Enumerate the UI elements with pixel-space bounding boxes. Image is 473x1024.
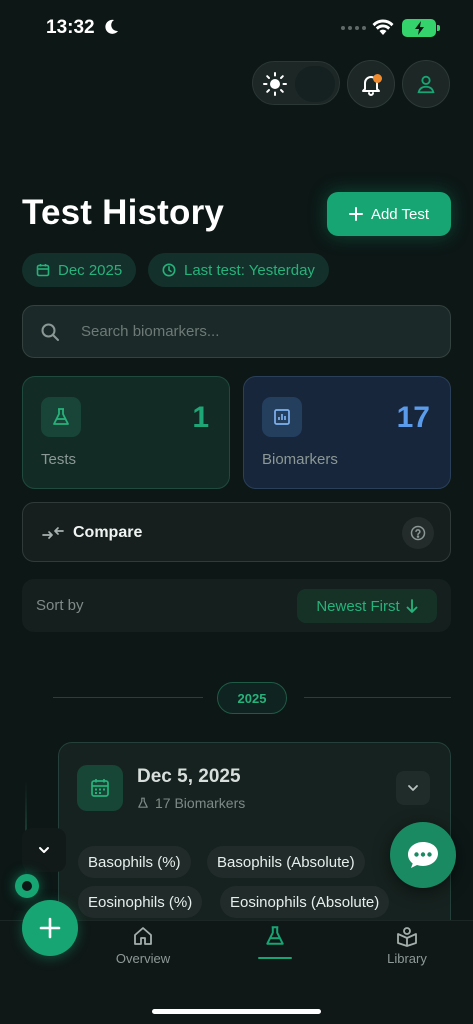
- wifi-icon: [372, 19, 394, 35]
- arrow-down-icon: [406, 599, 418, 613]
- last-test-chip-label: Last test: Yesterday: [184, 261, 315, 279]
- tests-count: 1: [192, 401, 209, 434]
- biomarker-chip[interactable]: Eosinophils (Absolute): [220, 886, 390, 918]
- test-date: Dec 5, 2025: [137, 766, 241, 787]
- compare-help-button[interactable]: [402, 517, 434, 549]
- moon-icon: [105, 19, 118, 34]
- flask-icon: [266, 926, 284, 945]
- search-icon: [41, 323, 59, 341]
- tab-overview-label: Overview: [115, 951, 171, 966]
- active-tab-indicator: [258, 957, 292, 959]
- collapse-button[interactable]: [22, 828, 66, 872]
- battery-icon: [402, 19, 440, 37]
- biomarkers-stat-card[interactable]: 17 Biomarkers: [243, 376, 451, 489]
- biomarker-chip[interactable]: Eosinophils (%): [78, 886, 203, 918]
- biomarker-chip[interactable]: Basophils (%): [78, 846, 191, 878]
- tests-label: Tests: [41, 451, 77, 468]
- tab-library-label: Library: [387, 951, 427, 966]
- home-indicator[interactable]: [152, 1009, 321, 1014]
- sort-order-button[interactable]: Newest First: [297, 589, 437, 623]
- test-biomarker-count: 17 Biomarkers: [137, 795, 245, 811]
- timeline-dot: [15, 874, 39, 898]
- compare-label: Compare: [73, 524, 143, 541]
- book-icon: [397, 927, 417, 947]
- user-icon: [417, 75, 435, 94]
- compare-arrows-icon: [42, 527, 64, 539]
- tab-overview[interactable]: Overview: [83, 921, 203, 981]
- chevron-down-icon: [39, 847, 49, 853]
- notification-badge: [373, 74, 382, 83]
- sort-bar: Sort by Newest First: [22, 579, 451, 632]
- last-test-chip: Last test: Yesterday: [148, 253, 329, 287]
- signal-icon: [341, 26, 366, 30]
- test-biomarker-count-label: 17 Biomarkers: [155, 795, 246, 811]
- home-icon: [134, 927, 152, 945]
- biomarker-chip[interactable]: Basophils (Absolute): [207, 846, 365, 878]
- plus-icon: [348, 207, 363, 221]
- add-test-button[interactable]: Add Test: [327, 192, 451, 236]
- chevron-down-icon: [408, 785, 418, 791]
- clock-icon: [162, 263, 176, 277]
- search-input[interactable]: [81, 306, 441, 357]
- profile-button[interactable]: [402, 60, 450, 108]
- biomarkers-label: Biomarkers: [262, 451, 338, 468]
- status-time: 13:32: [46, 17, 95, 38]
- expand-card-button[interactable]: [396, 771, 430, 805]
- tab-tests[interactable]: [215, 921, 335, 981]
- calendar-icon: [36, 264, 50, 277]
- add-test-label: Add Test: [370, 205, 430, 223]
- year-divider-left: [53, 697, 203, 698]
- month-chip: Dec 2025: [22, 253, 137, 287]
- calendar-icon: [77, 765, 123, 811]
- notifications-button[interactable]: [347, 60, 395, 108]
- sun-icon: [257, 66, 293, 102]
- tab-library[interactable]: Library: [347, 921, 467, 981]
- biomarkers-count: 17: [396, 401, 430, 434]
- add-fab-button[interactable]: [22, 900, 78, 956]
- page-title: Test History: [22, 193, 225, 232]
- tests-stat-card[interactable]: 1 Tests: [22, 376, 230, 489]
- year-divider-right: [304, 697, 451, 698]
- month-chip-label: Dec 2025: [58, 261, 123, 279]
- year-label: 2025: [217, 682, 287, 714]
- chat-button[interactable]: [390, 822, 456, 888]
- sort-order-label: Newest First: [316, 597, 400, 615]
- compare-button[interactable]: Compare: [22, 502, 451, 562]
- status-bar: 13:32: [0, 0, 473, 56]
- search-bar[interactable]: [22, 305, 451, 358]
- chat-icon: [408, 842, 438, 868]
- sort-label: Sort by: [36, 597, 84, 614]
- theme-toggle[interactable]: [252, 61, 340, 105]
- theme-toggle-dark-side: [295, 66, 335, 102]
- plus-icon: [39, 917, 61, 939]
- flask-icon: [138, 797, 148, 808]
- chart-icon: [262, 397, 302, 437]
- help-icon: [410, 525, 426, 541]
- flask-icon: [41, 397, 81, 437]
